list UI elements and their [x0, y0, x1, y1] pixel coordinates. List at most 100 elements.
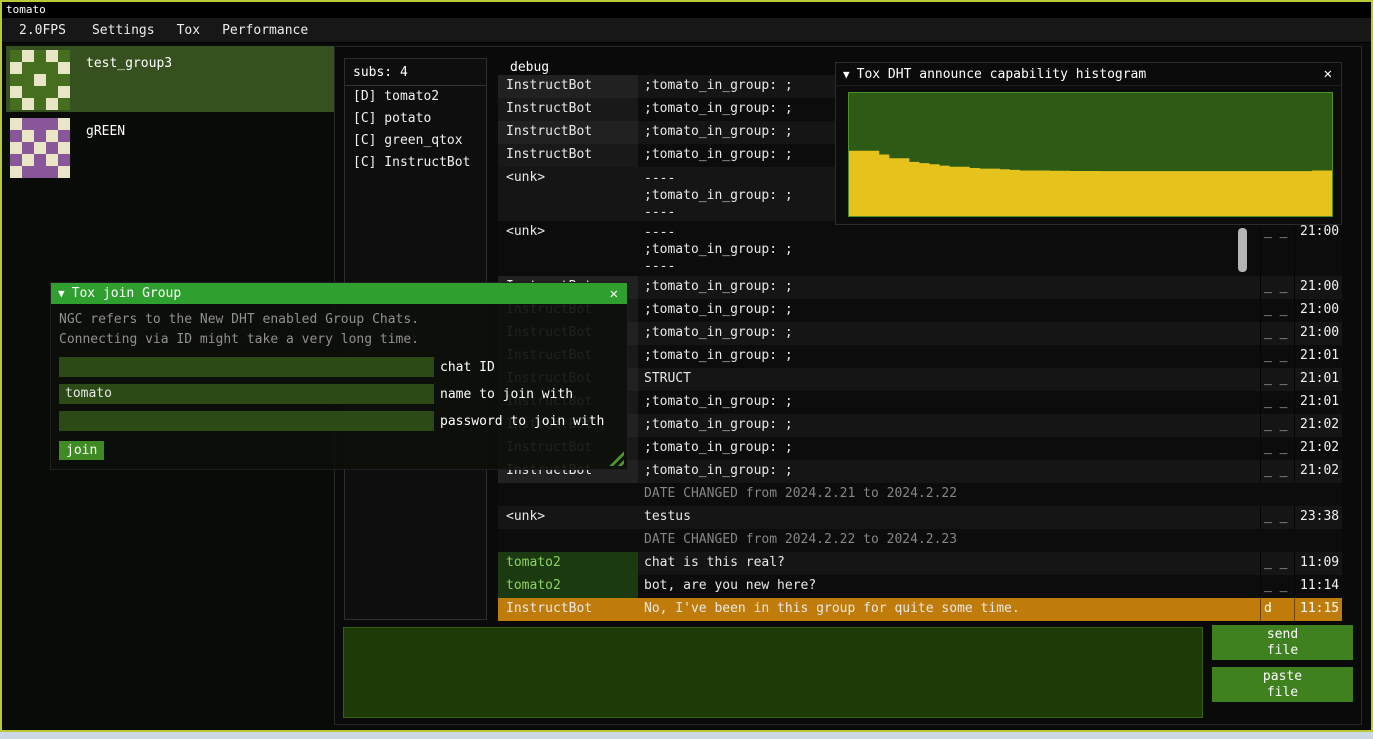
avatar-pixel [10, 130, 22, 142]
join-button[interactable]: join [59, 441, 104, 460]
chat-row[interactable]: <unk>----;tomato_in_group: ;----_ _21:00 [498, 221, 1342, 276]
timestamp: 21:00 [1294, 221, 1342, 276]
avatar-pixel [58, 142, 70, 154]
avatar-pixel [46, 154, 58, 166]
avatar-pixel [46, 130, 58, 142]
join-info-line: Connecting via ID might take a very long… [59, 330, 619, 350]
histogram-window-titlebar[interactable]: ▼ Tox DHT announce capability histogram … [836, 63, 1341, 86]
sidebar-group-gREEN[interactable]: gREEN [6, 114, 336, 180]
menu-item-tox[interactable]: Tox [166, 20, 211, 41]
avatar-pixel [46, 142, 58, 154]
avatar-pixel [58, 86, 70, 98]
avatar-pixel [34, 166, 46, 178]
close-icon[interactable]: ✕ [1322, 66, 1334, 82]
delivery-marks: _ _ [1260, 322, 1294, 345]
message-text: ;tomato_in_group: ; [638, 460, 1260, 483]
delivery-marks: _ _ [1260, 345, 1294, 368]
avatar-pixel [10, 154, 22, 166]
sender-name: InstructBot [498, 144, 638, 167]
chat-row[interactable]: tomato2chat is this real?_ _11:09 [498, 552, 1342, 575]
collapse-icon[interactable]: ▼ [58, 287, 65, 300]
subs-item[interactable]: [D] tomato2 [345, 86, 486, 108]
delivery-marks: _ _ [1260, 414, 1294, 437]
subs-item[interactable]: [C] green_qtox [345, 130, 486, 152]
menu-item-settings[interactable]: Settings [81, 20, 166, 41]
delivery-marks: _ _ [1260, 460, 1294, 483]
delivery-marks: _ _ [1260, 552, 1294, 575]
collapse-icon[interactable]: ▼ [843, 68, 850, 81]
join-name-input[interactable]: tomato [59, 384, 434, 404]
window-bottom-edge [0, 732, 1373, 739]
message-text: ----;tomato_in_group: ;---- [638, 221, 1260, 276]
avatar-pixel [34, 86, 46, 98]
join-window-titlebar[interactable]: ▼ Tox join Group ✕ [51, 283, 627, 304]
subs-item[interactable]: [C] potato [345, 108, 486, 130]
avatar-pixel [22, 118, 34, 130]
message-text: bot, are you new here? [638, 575, 1260, 598]
avatar-pixel [22, 142, 34, 154]
timestamp: 11:15 [1294, 598, 1342, 621]
message-text: ;tomato_in_group: ; [638, 276, 1260, 299]
timestamp: 23:38 [1294, 506, 1342, 529]
timestamp: 21:00 [1294, 322, 1342, 345]
send-file-button[interactable]: send file [1212, 625, 1353, 660]
avatar-pixel [34, 74, 46, 86]
sender-name: <unk> [498, 506, 638, 529]
message-line: ;tomato_in_group: ; [644, 241, 1256, 258]
sender-name: <unk> [498, 221, 638, 276]
avatar-pixel [34, 142, 46, 154]
avatar-pixel [10, 74, 22, 86]
paste-file-button[interactable]: paste file [1212, 667, 1353, 702]
avatar-pixel [10, 62, 22, 74]
avatar-pixel [10, 118, 22, 130]
group-avatar [10, 118, 70, 178]
fps-indicator: 2.0FPS [8, 20, 77, 41]
delivery-marks: _ _ [1260, 299, 1294, 322]
avatar-pixel [22, 74, 34, 86]
timestamp: 21:02 [1294, 437, 1342, 460]
subs-item[interactable]: [C] InstructBot [345, 152, 486, 174]
message-text: STRUCT [638, 368, 1260, 391]
timestamp: 21:01 [1294, 368, 1342, 391]
join-password-input[interactable] [59, 411, 434, 431]
chat-row[interactable]: InstructBotNo, I've been in this group f… [498, 598, 1342, 621]
date-changed-row[interactable]: DATE CHANGED from 2024.2.22 to 2024.2.23 [498, 529, 1342, 552]
close-icon[interactable]: ✕ [608, 286, 620, 302]
delivery-marks: _ _ [1260, 391, 1294, 414]
delivery-marks: _ _ [1260, 506, 1294, 529]
app-window: tomato 2.0FPSSettingsToxPerformance test… [0, 0, 1373, 732]
sender-name: InstructBot [498, 598, 638, 621]
delivery-marks: _ _ [1260, 368, 1294, 391]
date-changed-row[interactable]: DATE CHANGED from 2024.2.21 to 2024.2.22 [498, 483, 1342, 506]
sidebar-group-test_group3[interactable]: test_group3 [6, 46, 336, 112]
chat-tab-debug[interactable]: debug [510, 60, 549, 75]
join-info-line: NGC refers to the New DHT enabled Group … [59, 310, 619, 330]
chat-id-input[interactable] [59, 357, 434, 377]
chat-row[interactable]: <unk>testus_ _23:38 [498, 506, 1342, 529]
avatar-pixel [10, 50, 22, 62]
avatar-pixel [58, 154, 70, 166]
avatar-pixel [46, 98, 58, 110]
chat-row[interactable]: tomato2bot, are you new here?_ _11:14 [498, 575, 1342, 598]
timestamp: 21:02 [1294, 414, 1342, 437]
message-scrollbar[interactable] [1238, 228, 1247, 272]
timestamp: 11:14 [1294, 575, 1342, 598]
group-name: test_group3 [86, 56, 172, 71]
sender-name: InstructBot [498, 98, 638, 121]
sender-name [498, 529, 638, 552]
sender-name: InstructBot [498, 75, 638, 98]
avatar-pixel [10, 98, 22, 110]
resize-grip-icon[interactable] [606, 448, 624, 466]
menu-item-performance[interactable]: Performance [211, 20, 319, 41]
timestamp: 21:02 [1294, 460, 1342, 483]
avatar-pixel [46, 86, 58, 98]
composer-input[interactable] [343, 627, 1203, 718]
avatar-pixel [34, 62, 46, 74]
message-text: ;tomato_in_group: ; [638, 322, 1260, 345]
timestamp: 21:00 [1294, 299, 1342, 322]
avatar-pixel [34, 50, 46, 62]
message-line: ---- [644, 224, 1256, 241]
delivery-marks: _ _ [1260, 276, 1294, 299]
sender-name: tomato2 [498, 552, 638, 575]
message-text: ;tomato_in_group: ; [638, 345, 1260, 368]
